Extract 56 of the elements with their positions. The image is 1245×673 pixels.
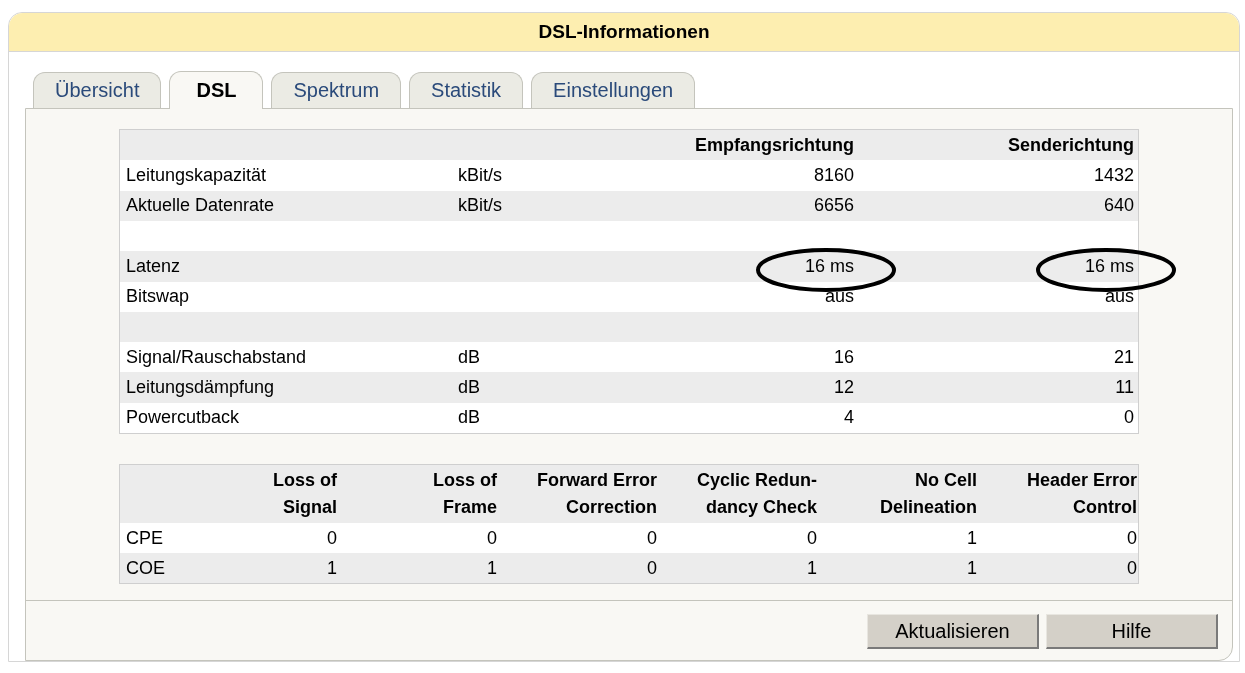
table-cell: 4	[844, 407, 854, 428]
table-cell-text: 1	[966, 527, 978, 549]
table-cell: 12	[833, 377, 854, 398]
table-cell-text: 0	[646, 557, 658, 579]
row-label: Aktuelle Datenrate	[125, 195, 276, 217]
column-header: Cyclic Redun- dancy Check	[695, 469, 818, 519]
table-cell: aus	[1104, 286, 1134, 307]
table-cell-text: 0	[806, 527, 818, 549]
tab[interactable]: Übersicht	[33, 72, 162, 109]
row-label: Bitswap	[125, 286, 191, 308]
table-cell: aus	[824, 286, 854, 307]
table-cell: 16 ms	[1084, 255, 1134, 276]
column-header: Senderichtung	[1007, 134, 1135, 156]
column-header: Empfangsrichtung	[694, 134, 855, 156]
button[interactable]: Hilfe	[1046, 614, 1218, 649]
row-label: COE	[125, 557, 166, 579]
button[interactable]: Aktualisieren	[867, 614, 1039, 649]
table-cell: 16 ms	[804, 255, 854, 276]
unit-cell-text: dB	[457, 407, 482, 429]
row-label: Leitungskapazität	[125, 164, 268, 186]
table-cell-text: 0	[1126, 527, 1138, 549]
row-label: Latenz	[125, 255, 182, 277]
table-cell: 21	[1113, 346, 1134, 367]
row-label: Powercutback	[125, 407, 241, 429]
column-header: No Cell Delineation	[879, 469, 978, 519]
unit-cell-text: dB	[457, 377, 482, 399]
table-cell: 1432	[1093, 164, 1134, 185]
unit-cell-text: kBit/s	[457, 195, 503, 217]
column-header: Loss of Frame	[432, 469, 498, 519]
table-cell: 11	[1115, 377, 1134, 398]
row-label: CPE	[125, 527, 164, 549]
window-title: DSL-Informationen	[538, 21, 710, 43]
column-header: Header Error Control	[1025, 469, 1138, 519]
table-cell-text: 1	[806, 557, 818, 579]
tab[interactable]: Spektrum	[271, 72, 402, 109]
table-cell-text: 0	[1126, 557, 1138, 579]
table-cell-text: 1	[326, 557, 338, 579]
column-header: Forward Error Correction	[535, 469, 658, 519]
unit-cell-text: kBit/s	[457, 164, 503, 186]
tab[interactable]: Einstellungen	[531, 72, 696, 109]
row-label: Signal/Rauschabstand	[125, 346, 308, 368]
table-cell-text: 1	[966, 557, 978, 579]
table-cell-text: 0	[326, 527, 338, 549]
table-cell-text: 1	[486, 557, 498, 579]
table-cell: 640	[1103, 195, 1134, 216]
table-cell: 6656	[813, 195, 854, 216]
table-cell-text: 0	[486, 527, 498, 549]
row-label: Leitungsdämpfung	[125, 377, 276, 399]
tab[interactable]: Statistik	[409, 72, 524, 109]
table-cell-text: 0	[646, 527, 658, 549]
tab[interactable]: DSL	[169, 71, 264, 110]
table-cell: 8160	[813, 164, 854, 185]
unit-cell-text: dB	[457, 346, 482, 368]
table-cell: 16	[833, 346, 854, 367]
column-header: Loss of Signal	[272, 469, 338, 519]
table-cell: 0	[1124, 407, 1134, 428]
